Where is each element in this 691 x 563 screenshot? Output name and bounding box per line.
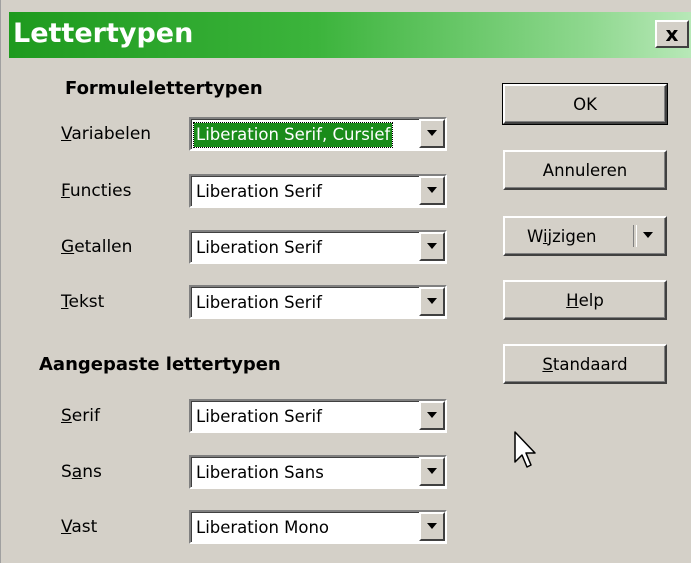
functions-label: Functies — [61, 181, 132, 201]
fixed-label: Vast — [61, 517, 98, 537]
chevron-down-icon[interactable] — [419, 457, 445, 486]
sans-font-select[interactable]: Liberation Sans — [189, 455, 447, 489]
text-font-select[interactable]: Liberation Serif — [189, 285, 447, 319]
dialog-title: Lettertypen — [13, 18, 194, 49]
default-button[interactable]: Standaard — [503, 344, 667, 384]
functions-font-select[interactable]: Liberation Serif — [189, 174, 447, 208]
fonts-dialog: Lettertypen x Formulelettertypen Variabe… — [0, 0, 691, 563]
numbers-label: Getallen — [61, 237, 133, 257]
formula-fonts-heading: Formulelettertypen — [65, 78, 263, 99]
title-bar: Lettertypen — [9, 12, 691, 58]
numbers-font-value: Liberation Serif — [196, 238, 322, 257]
split-separator — [633, 225, 637, 247]
ok-button[interactable]: OK — [502, 83, 668, 125]
close-icon: x — [665, 22, 679, 46]
chevron-down-icon[interactable] — [419, 287, 445, 316]
serif-font-select[interactable]: Liberation Serif — [189, 399, 447, 433]
text-font-value: Liberation Serif — [196, 293, 322, 312]
sans-label: Sans — [61, 462, 102, 482]
chevron-down-icon[interactable] — [419, 401, 445, 430]
variables-label: Variabelen — [61, 124, 152, 144]
functions-font-value: Liberation Serif — [196, 182, 322, 201]
chevron-down-icon[interactable] — [419, 119, 445, 148]
fixed-font-select[interactable]: Liberation Mono — [189, 510, 447, 544]
serif-label: Serif — [61, 406, 100, 426]
cancel-button[interactable]: Annuleren — [503, 150, 667, 190]
serif-font-value: Liberation Serif — [196, 407, 322, 426]
variables-font-select[interactable]: Liberation Serif, Cursief — [189, 117, 447, 151]
fixed-font-value: Liberation Mono — [196, 518, 330, 537]
mouse-pointer-icon — [514, 431, 536, 468]
help-button[interactable]: Help — [503, 280, 667, 320]
variables-font-value: Liberation Serif, Cursief — [192, 122, 394, 148]
modify-button[interactable]: Wijzigen — [503, 216, 667, 256]
chevron-down-icon[interactable] — [419, 176, 445, 205]
chevron-down-icon[interactable] — [419, 512, 445, 541]
text-label: Tekst — [61, 292, 105, 312]
chevron-down-icon[interactable] — [643, 232, 653, 238]
chevron-down-icon[interactable] — [419, 232, 445, 261]
close-button[interactable]: x — [655, 20, 689, 48]
custom-fonts-heading: Aangepaste lettertypen — [39, 354, 281, 375]
sans-font-value: Liberation Sans — [196, 463, 324, 482]
numbers-font-select[interactable]: Liberation Serif — [189, 230, 447, 264]
